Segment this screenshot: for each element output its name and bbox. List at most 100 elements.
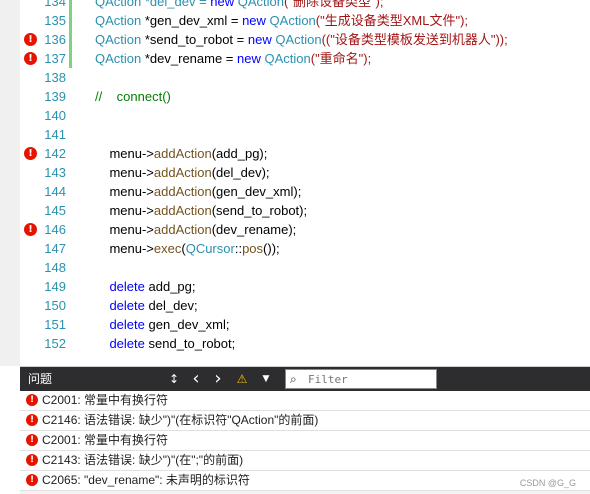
code-line[interactable]: ! 136 QAction *send_to_robot = new QAction… [0,30,590,49]
code-line[interactable]: 145 menu->addAction(send_to_robot); [0,201,590,220]
code-text[interactable]: menu->addAction(send_to_robot); [95,201,307,220]
code-token: new [247,32,276,47]
line-number: 149 [44,279,66,294]
code-token: *send_to_robot = [144,32,248,47]
code-line[interactable]: 149 delete add_pg; [0,277,590,296]
code-editor[interactable]: 134 QAction *del_dev = new QAction("删除设备类… [0,0,590,366]
code-text[interactable]: delete add_pg; [95,277,196,296]
code-line[interactable]: 151 delete gen_dev_xml; [0,315,590,334]
code-token: ("删除设备类型"); [284,0,384,9]
code-text[interactable]: menu->addAction(add_pg); [95,144,267,163]
code-token: :: [234,241,243,256]
code-token: new [210,0,238,9]
problems-toolbar: 问题 ↕ ‹ › ⚠ ▼ ⌕ [20,367,590,391]
error-row[interactable]: ! C2001: 常量中有换行符 [20,431,590,451]
code-token: menu-> [95,146,154,161]
code-token: (add_pg); [211,146,268,161]
error-icon[interactable]: ! [24,147,37,160]
error-message: C2065: "dev_rename": 未声明的标识符 [42,473,250,487]
filter-list-icon[interactable]: ↕ [166,371,182,387]
code-text[interactable]: menu->addAction(gen_dev_xml); [95,182,301,201]
error-row[interactable]: ! C2065: "dev_rename": 未声明的标识符 [20,471,590,491]
chevron-right-icon[interactable]: › [210,370,226,388]
code-token: delete [109,317,149,332]
search-input[interactable] [308,370,428,388]
code-line[interactable]: 147 menu->exec(QCursor::pos()); [0,239,590,258]
code-token: (gen_dev_xml); [211,184,302,199]
code-token: QAction [95,13,145,28]
code-line[interactable]: ! 137 QAction *dev_rename = new QAction("重… [0,49,590,68]
error-icon[interactable]: ! [24,33,37,46]
code-text[interactable]: menu->addAction(del_dev); [95,163,269,182]
code-line[interactable]: 135 QAction *gen_dev_xml = new QAction("生… [0,11,590,30]
error-icon[interactable]: ! [24,52,37,65]
line-number: 141 [44,127,66,142]
error-row[interactable]: ! C2001: 常量中有换行符 [20,391,590,411]
code-token: menu-> [95,222,154,237]
code-line[interactable]: ! 146 menu->addAction(dev_rename); [0,220,590,239]
code-line[interactable]: 148 [0,258,590,277]
line-number: 151 [44,317,66,332]
code-token: add_pg; [148,279,196,294]
search-box[interactable]: ⌕ [285,369,437,389]
line-number: 136 [44,32,66,47]
code-text[interactable]: QAction *send_to_robot = new QAction(("设… [95,30,508,49]
code-line[interactable]: 144 menu->addAction(gen_dev_xml); [0,182,590,201]
code-line[interactable]: 139 // connect() [0,87,590,106]
code-text[interactable]: QAction *dev_rename = new QAction("重命名")… [95,49,371,68]
error-row[interactable]: ! C2146: 语法错误: 缺少")"(在标识符"QAction"的前面) [20,411,590,431]
panel-title: 问题 [28,372,53,386]
code-token: QAction [269,13,316,28]
code-token: QCursor [185,241,235,256]
code-line[interactable]: ! 142 menu->addAction(add_pg); [0,144,590,163]
code-token: menu-> [95,203,154,218]
warning-icon[interactable]: ⚠ [234,371,250,387]
error-message: C2146: 语法错误: 缺少")"(在标识符"QAction"的前面) [42,413,319,427]
code-text[interactable]: menu->addAction(dev_rename); [95,220,296,239]
code-token: addAction [153,146,212,161]
code-token: addAction [153,203,212,218]
code-token: QAction [95,32,145,47]
code-token: // connect() [95,89,171,104]
code-text[interactable]: QAction *gen_dev_xml = new QAction("生成设备… [95,11,468,30]
code-text[interactable]: delete gen_dev_xml; [95,315,229,334]
change-marker [69,30,72,49]
code-line[interactable]: 152 delete send_to_robot; [0,334,590,353]
line-number: 146 [44,222,66,237]
code-token: QAction [275,32,322,47]
change-marker [69,11,72,30]
error-icon[interactable]: ! [24,223,37,236]
code-line[interactable]: 138 [0,68,590,87]
line-number: 139 [44,89,66,104]
code-line[interactable]: 141 [0,125,590,144]
line-number: 152 [44,336,66,351]
code-line[interactable]: 134 QAction *del_dev = new QAction("删除设备类… [0,0,590,11]
code-token: menu-> [95,165,154,180]
error-message: C2001: 常量中有换行符 [42,393,169,407]
code-token: QAction [95,51,145,66]
code-text[interactable]: QAction *del_dev = new QAction("删除设备类型")… [95,0,384,11]
code-token: send_to_robot; [148,336,236,351]
code-line[interactable]: 140 [0,106,590,125]
code-text[interactable]: // connect() [95,87,171,106]
error-icon: ! [26,414,38,426]
error-row[interactable]: ! C2143: 语法错误: 缺少")"(在";"的前面) [20,451,590,471]
code-token: addAction [153,184,212,199]
code-token: menu-> [95,184,154,199]
filter-icon[interactable]: ▼ [258,371,274,387]
code-token: menu-> [95,241,154,256]
code-text[interactable]: delete send_to_robot; [95,334,235,353]
code-token: QAction *del_dev = [95,0,211,9]
code-line[interactable]: 143 menu->addAction(del_dev); [0,163,590,182]
line-number: 140 [44,108,66,123]
chevron-left-icon[interactable]: ‹ [188,370,204,388]
code-token: gen_dev_xml; [148,317,230,332]
code-token: exec [153,241,182,256]
change-marker [69,49,72,68]
code-line[interactable]: 150 delete del_dev; [0,296,590,315]
code-text[interactable]: menu->exec(QCursor::pos()); [95,239,279,258]
line-number: 135 [44,13,66,28]
code-text[interactable]: delete del_dev; [95,296,197,315]
error-message: C2143: 语法错误: 缺少")"(在";"的前面) [42,453,244,467]
